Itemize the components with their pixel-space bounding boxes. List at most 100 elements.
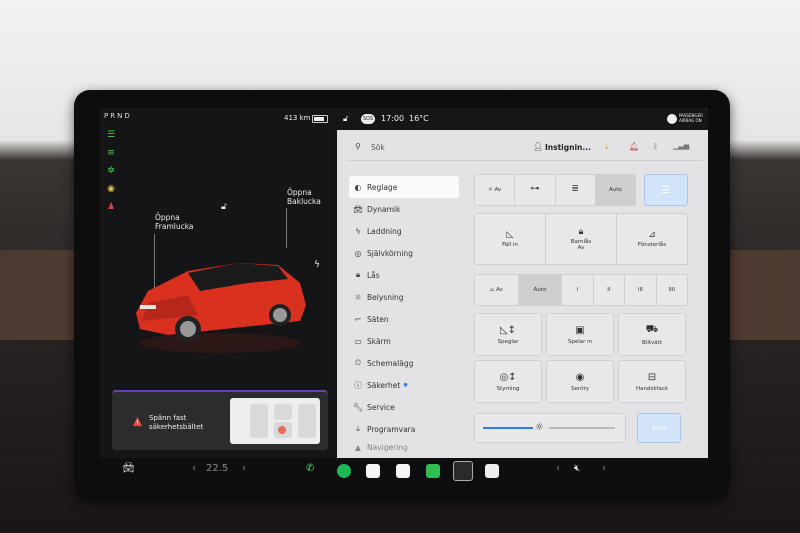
search-icon: ⚲ [355,142,361,151]
menu-item-las[interactable]: 🔒︎ Lås [349,264,459,286]
volume-down-chevron-icon[interactable]: ‹ [556,463,560,474]
car-icon[interactable]: 🚘︎ [122,463,135,474]
touchscreen: PRND 413 km ☰ ≡ ✲ ◉ ♟ Öppna Framlucka Öp… [100,108,708,484]
sentry-button[interactable]: ◉ Sentry [546,360,614,403]
phone-icon[interactable]: ✆ [306,463,314,474]
range-readout: 413 km [284,114,311,122]
auto-high-beam-button[interactable]: ☰ [644,174,688,206]
navigation-icon: ▲ [354,442,362,452]
unread-dot-icon: ● [403,382,408,388]
screen-icon: ▭ [354,336,362,346]
mirrors-button[interactable]: ◺↕ Speglar [474,313,542,356]
driver-profile[interactable]: Instignin... [545,143,591,152]
glovebox-button[interactable]: ⊟ Handskfack [618,360,686,403]
controls-panel: 🔓︎ SOS 17:00 16°C PASSENGER AIRBAG ON ⚲ … [337,108,708,458]
calendar-icon[interactable] [396,464,410,478]
download-icon: ⤓ [356,424,360,433]
seatbelt-warning-icon: ♟ [106,202,116,212]
wiper-selector: ⌓ Av Auto I II III IIII [474,274,688,306]
wrench-icon: 🔧︎ [352,402,364,412]
search-row: ⚲ Sök 👤︎ Instignin... ⤓ 🔔︎ ᛒ ▁▃▅ [337,136,708,158]
taskbar: 🚘︎ ‹ 22.5 › ✆ ‹ 🔇︎ › [100,458,708,484]
menu-item-saten[interactable]: ⌐ Säten [349,308,459,330]
lte-signal-icon: ▁▃▅ [673,142,690,150]
brightness-auto-button[interactable]: Auto [637,413,681,443]
unlock-icon[interactable]: 🔓︎ [221,202,227,212]
brightness-icon: ☼ [535,422,544,433]
search-input[interactable]: Sök [371,143,385,152]
menu-item-programvara[interactable]: ⤓ Programvara [349,418,459,440]
temp-down-chevron-icon[interactable]: ‹ [192,463,196,474]
notes-icon[interactable] [366,464,380,478]
wiper-speed-1[interactable]: I [562,275,594,305]
sun-icon: ☼ [487,187,493,193]
glovebox-icon: ⊟ [647,371,657,383]
charge-port-icon[interactable]: ϟ [314,260,320,270]
quick-controls-grid: ◺↕ Speglar ▣ Spelar in ⛟ Biltvätt ◎↕ Styrnin… [474,313,686,403]
menu-item-dynamik[interactable]: 🚘︎ Dynamik [349,198,459,220]
window-lock-button[interactable]: ⊿ Fönsterlås [617,214,687,264]
brightness-slider[interactable]: ☼ [474,413,626,443]
toybox-icon[interactable] [485,464,499,478]
car-wash-button[interactable]: ⛟ Biltvätt [618,313,686,356]
airbag-icon [667,114,677,124]
lock-icon: 🔒︎ [355,270,361,279]
fold-mirrors-button[interactable]: ◺ Fäll in [475,214,546,264]
open-trunk-callout[interactable]: Öppna Baklucka [287,188,321,206]
info-icon: ⓘ [354,380,362,390]
menu-item-sakerhet[interactable]: ⓘ Säkerhet ● [349,374,459,396]
seat-occupancy-diagram [230,398,320,444]
low-beam-button[interactable]: ≣ [556,175,596,205]
vehicle-model [136,263,306,353]
menu-item-sjalvkorning[interactable]: ◎ Självkörning [349,242,459,264]
headlight-selector: ☼ Av ⊶ ≣ Auto [474,174,636,206]
app-launcher-icon[interactable] [453,461,473,481]
high-beam-icon: ☰ [661,184,671,196]
volume-up-chevron-icon[interactable]: › [602,463,606,474]
child-lock-button[interactable]: 🔒︎ Barnlås Av [546,214,617,264]
wiper-speed-3[interactable]: III [625,275,657,305]
menu-item-laddning[interactable]: ϟ Laddning [349,220,459,242]
divider [347,160,702,161]
steering-adjust-button[interactable]: ◎↕ Styrning [474,360,542,403]
menu-item-navigering[interactable]: ▲ Navigering [349,440,459,454]
brightness-fill [483,427,533,429]
download-icon[interactable]: ⤓ [605,142,609,152]
steering-icon: ◎↕ [499,371,517,383]
wipers-off-button[interactable]: ⌓ Av [475,275,519,305]
energy-app-icon[interactable] [426,464,440,478]
notification-icon[interactable]: 🔔︎ [629,142,639,151]
bluetooth-icon[interactable]: ᛒ [653,142,658,151]
spotify-icon[interactable] [337,464,351,478]
menu-item-service[interactable]: 🔧︎ Service [349,396,459,418]
wiper-speed-4[interactable]: IIII [657,275,687,305]
open-frunk-callout[interactable]: Öppna Framlucka [155,213,194,231]
menu-item-skarm[interactable]: ▭ Skärm [349,330,459,352]
lock-icon: 🔒︎ [578,227,584,237]
lights-auto-button[interactable]: Auto [595,175,635,205]
wipers-auto-button[interactable]: Auto [518,275,563,305]
unbuckled-seat-icon [278,426,286,434]
cabin-temp[interactable]: 22.5 [206,463,228,474]
mute-icon[interactable]: 🔇︎ [574,463,580,474]
gear-selector: PRND [104,112,132,120]
seatbelt-alert-card: Spänn fast säkerhetsbältet [112,390,328,450]
warning-icon [132,416,143,427]
sos-button[interactable]: SOS [361,114,375,124]
wiper-speed-2[interactable]: II [594,275,626,305]
menu-item-reglage[interactable]: ◐ Reglage [349,176,459,198]
seatbelt-alert-text: Spänn fast säkerhetsbältet [149,414,204,431]
sun-icon: ☼ [354,292,362,302]
car-icon: 🚘︎ [352,204,364,214]
dashcam-button[interactable]: ▣ Spelar in [546,313,614,356]
menu-item-schemalagg[interactable]: ⏲ Schemalägg [349,352,459,374]
lights-off-button[interactable]: ☼ Av [475,175,516,205]
tire-pressure-icon: ◉ [107,184,115,194]
unlock-status-icon[interactable]: 🔓︎ [343,114,348,124]
parking-lights-button[interactable]: ⊶ [515,175,556,205]
menu-item-belysning[interactable]: ☼ Belysning [349,286,459,308]
temp-up-chevron-icon[interactable]: › [242,463,246,474]
schedule-icon: ⏲ [354,358,362,367]
sentry-icon: ◉ [575,371,585,383]
lock-controls: ◺ Fäll in 🔒︎ Barnlås Av ⊿ Fönsterlås [474,213,688,265]
